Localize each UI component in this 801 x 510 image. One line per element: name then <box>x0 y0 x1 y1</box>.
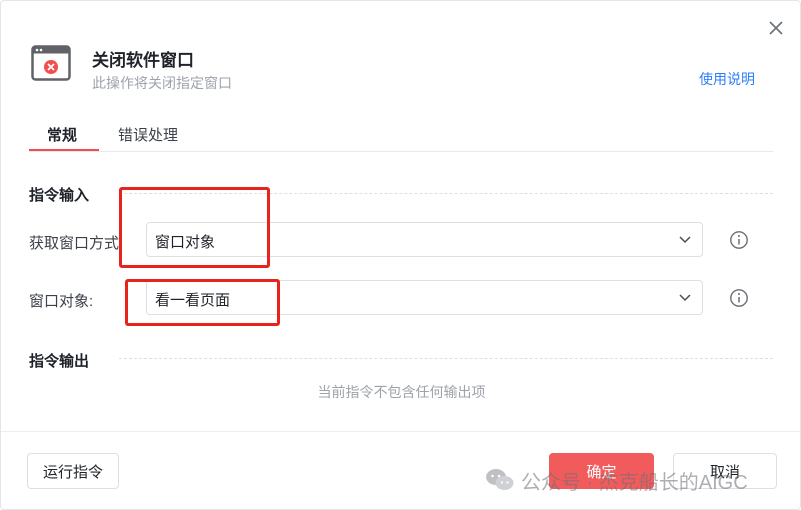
help-link[interactable]: 使用说明 <box>699 69 755 89</box>
window-method-label: 获取窗口方式: <box>29 235 124 252</box>
dialog: 关闭软件窗口 此操作将关闭指定窗口 使用说明 常规 错误处理 指令输入 获取窗口… <box>0 0 801 510</box>
input-section-title: 指令输入 <box>29 187 90 204</box>
highlight-box-method <box>119 187 270 268</box>
output-section-divider <box>119 358 773 359</box>
window-close-app-icon <box>31 45 71 81</box>
empty-output-message: 当前指令不包含任何输出项 <box>317 384 486 400</box>
run-command-button[interactable]: 运行指令 <box>27 453 119 489</box>
dialog-subtitle: 此操作将关闭指定窗口 <box>92 75 232 91</box>
chevron-down-icon <box>679 294 691 302</box>
window-object-label: 窗口对象: <box>29 293 94 310</box>
output-section-title: 指令输出 <box>29 353 90 370</box>
cancel-button[interactable]: 取消 <box>673 453 777 489</box>
info-icon[interactable] <box>729 288 749 308</box>
active-tab-indicator <box>29 149 99 151</box>
close-icon <box>769 21 783 35</box>
info-icon[interactable] <box>729 230 749 250</box>
highlight-box-object <box>125 279 280 326</box>
dialog-title: 关闭软件窗口 <box>92 51 194 70</box>
tabs-divider <box>29 151 773 152</box>
chevron-down-icon <box>679 236 691 244</box>
confirm-button[interactable]: 确定 <box>549 453 654 489</box>
wechat-icon <box>486 469 514 490</box>
close-button[interactable] <box>765 17 787 39</box>
tab-error-handling[interactable]: 错误处理 <box>118 124 178 145</box>
footer-divider <box>1 431 800 432</box>
tab-general[interactable]: 常规 <box>47 124 77 145</box>
